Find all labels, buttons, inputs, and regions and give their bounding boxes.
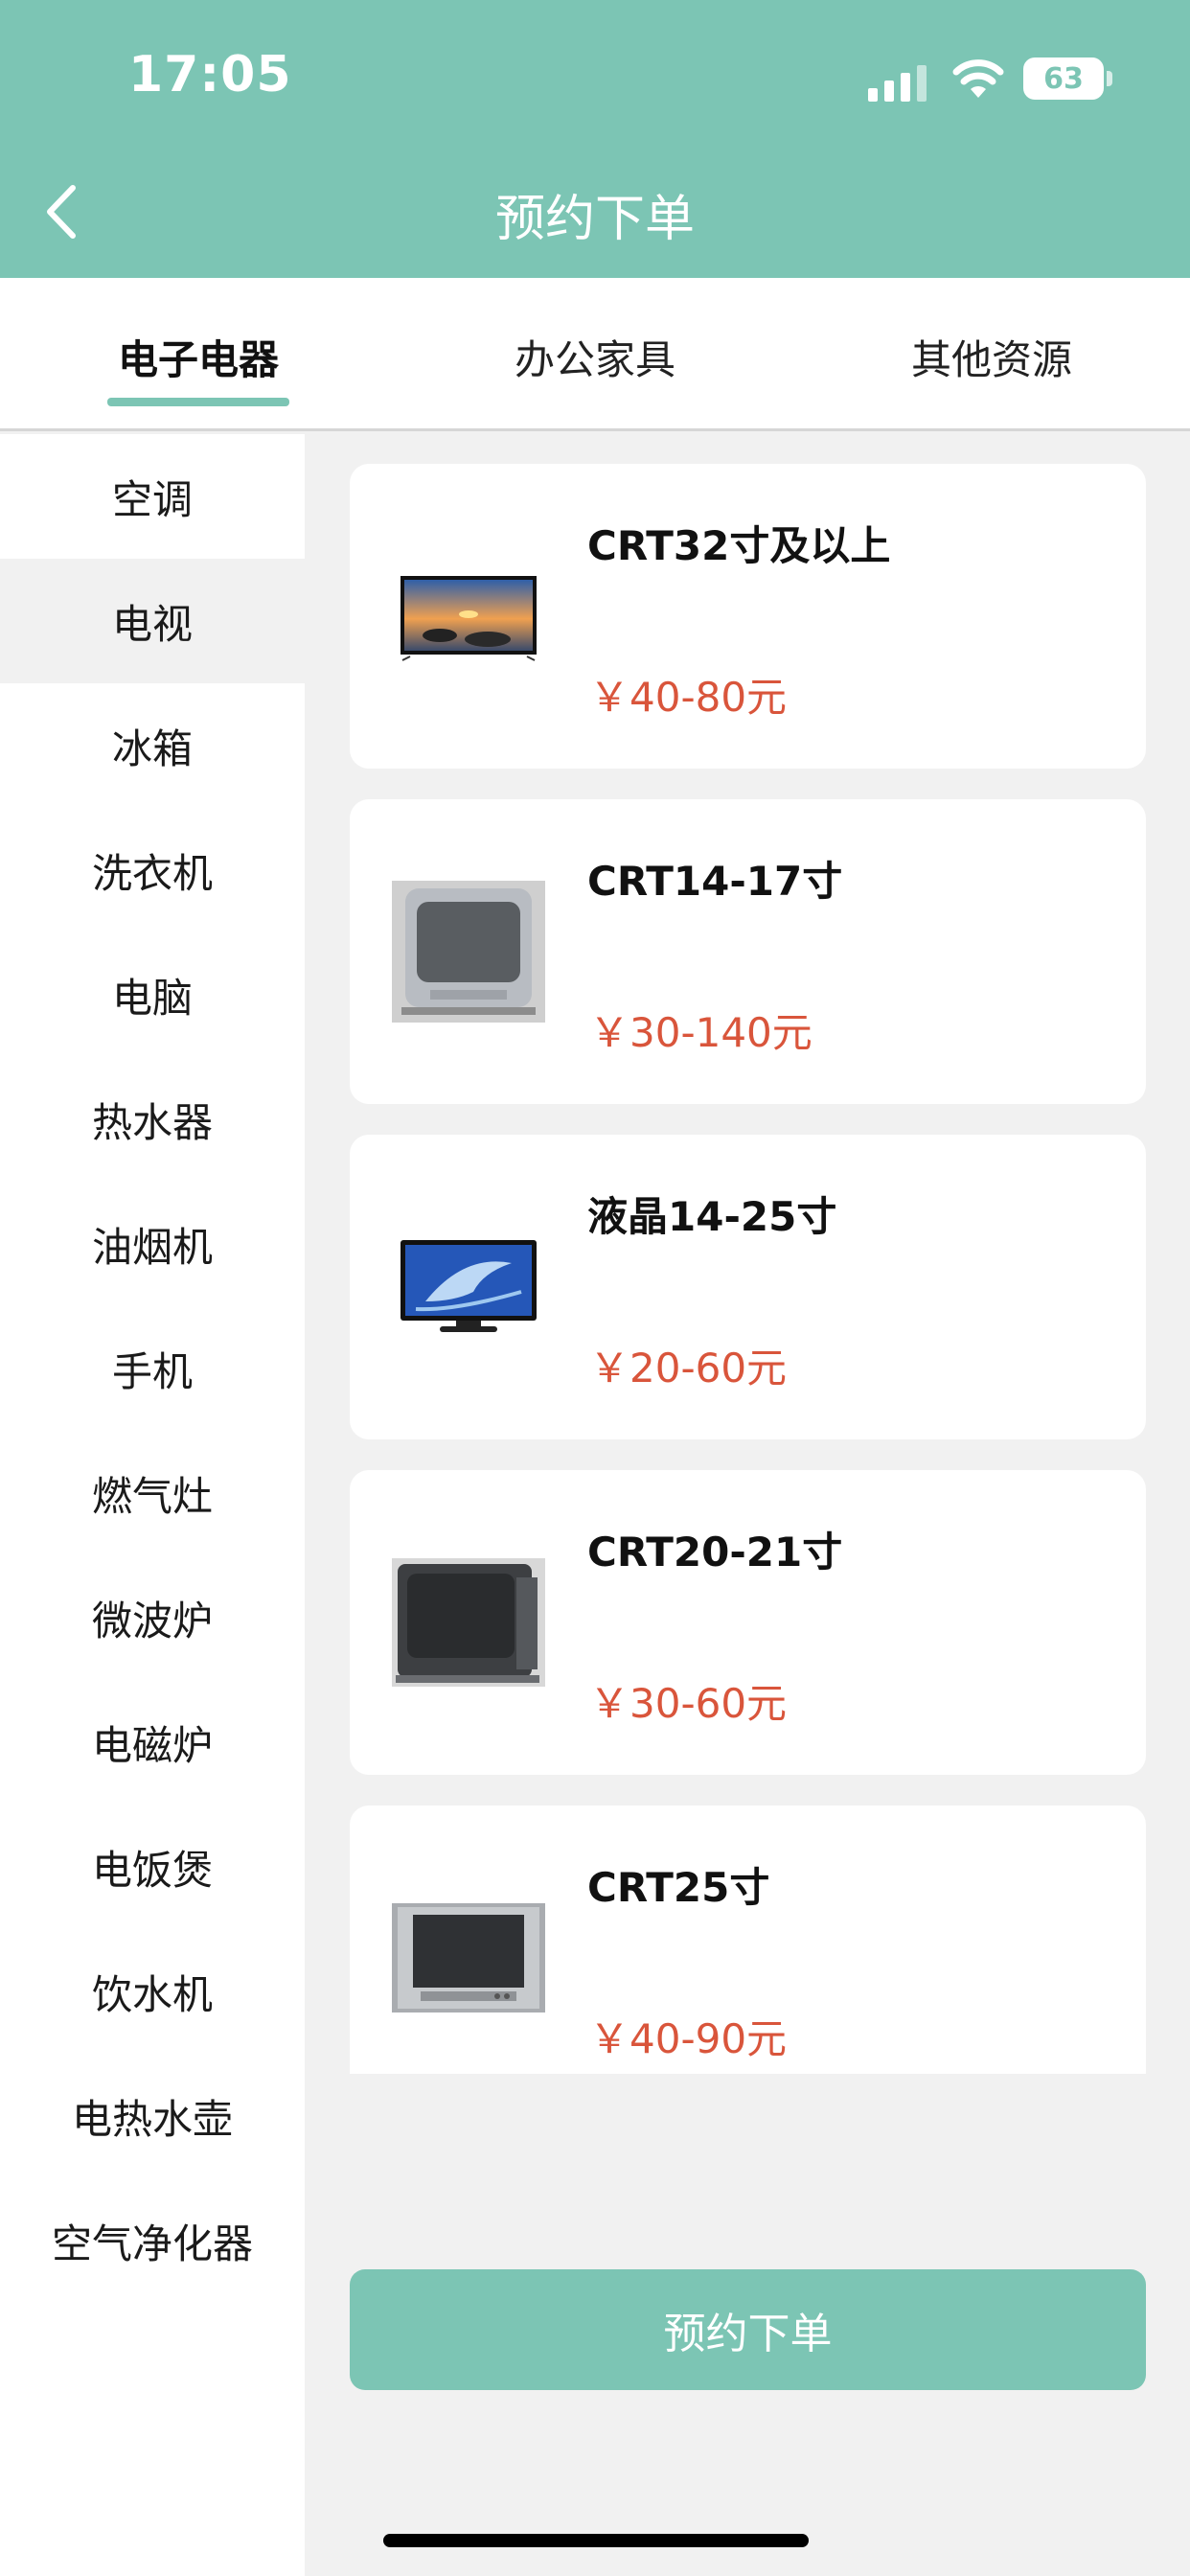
product-price: ￥20-60元	[589, 1345, 788, 1392]
page-title: 预约下单	[494, 191, 695, 248]
product-price: ￥30-60元	[589, 1680, 788, 1727]
product-card[interactable]: CRT25寸 ￥40-90元	[350, 1806, 1146, 2074]
category-tabs: 电子电器 办公家具 其他资源	[0, 278, 1190, 431]
product-card[interactable]: 液晶14-25寸 ￥20-60元	[350, 1135, 1146, 1439]
sidebar-item-microwave[interactable]: 微波炉	[0, 1555, 305, 1680]
lcd-tv-dolphin-image	[392, 1216, 545, 1358]
sidebar-item-rice-cooker[interactable]: 电饭煲	[0, 1805, 305, 1929]
sidebar-item-gas-stove[interactable]: 燃气灶	[0, 1431, 305, 1555]
sidebar-item-water-heater[interactable]: 热水器	[0, 1057, 305, 1182]
crt-tv-silver-image	[392, 881, 545, 1023]
sidebar-item-washer[interactable]: 洗衣机	[0, 808, 305, 932]
product-card[interactable]: CRT14-17寸 ￥30-140元	[350, 799, 1146, 1104]
sidebar-item-computer[interactable]: 电脑	[0, 932, 305, 1057]
sidebar-item-fridge[interactable]: 冰箱	[0, 683, 305, 808]
crt-tv-black-image	[392, 1552, 545, 1693]
product-name: CRT25寸	[587, 1864, 770, 1911]
product-price: ￥30-140元	[589, 1009, 812, 1056]
sidebar-item-phone[interactable]: 手机	[0, 1306, 305, 1431]
sidebar-item-induction-cooker[interactable]: 电磁炉	[0, 1680, 305, 1805]
sidebar-item-water-dispenser[interactable]: 饮水机	[0, 1929, 305, 2054]
product-name: CRT14-17寸	[587, 858, 843, 905]
sidebar-item-air-conditioner[interactable]: 空调	[0, 434, 305, 559]
crt-tv-grey-image	[392, 1887, 545, 2029]
cellular-signal-icon	[868, 65, 927, 102]
product-price: ￥40-90元	[589, 2015, 788, 2062]
product-card[interactable]: CRT20-21寸 ￥30-60元	[350, 1470, 1146, 1775]
tab-electronics[interactable]: 电子电器	[0, 328, 397, 386]
product-list: CRT32寸及以上 ￥40-80元 CRT14-17寸 ￥30-140元 液晶1…	[350, 464, 1146, 2074]
tab-other-resources[interactable]: 其他资源	[793, 328, 1190, 386]
product-price: ￥40-80元	[589, 674, 788, 721]
battery-icon: 63	[1023, 58, 1113, 100]
sidebar-item-electric-kettle[interactable]: 电热水壶	[0, 2054, 305, 2178]
product-name: CRT20-21寸	[587, 1529, 843, 1576]
sidebar-item-air-purifier[interactable]: 空气净化器	[0, 2178, 305, 2303]
sidebar-item-range-hood[interactable]: 油烟机	[0, 1182, 305, 1306]
sidebar-item-tv[interactable]: 电视	[0, 559, 305, 683]
status-time: 17:05	[128, 46, 292, 104]
flat-tv-landscape-image	[392, 545, 545, 687]
tab-office-furniture[interactable]: 办公家具	[397, 328, 793, 386]
subcategory-sidebar: 空调 电视 冰箱 洗衣机 电脑 热水器 油烟机 手机 燃气灶 微波炉 电磁炉 电…	[0, 434, 305, 2576]
product-name: 液晶14-25寸	[587, 1193, 837, 1240]
active-tab-indicator	[107, 398, 289, 406]
place-order-button[interactable]: 预约下单	[350, 2269, 1146, 2390]
product-name: CRT32寸及以上	[587, 522, 891, 569]
wifi-icon	[952, 59, 1004, 98]
home-indicator	[383, 2534, 809, 2547]
header: 17:05 63 预约下单	[0, 0, 1190, 278]
product-card[interactable]: CRT32寸及以上 ￥40-80元	[350, 464, 1146, 769]
battery-level: 63	[1023, 58, 1104, 100]
